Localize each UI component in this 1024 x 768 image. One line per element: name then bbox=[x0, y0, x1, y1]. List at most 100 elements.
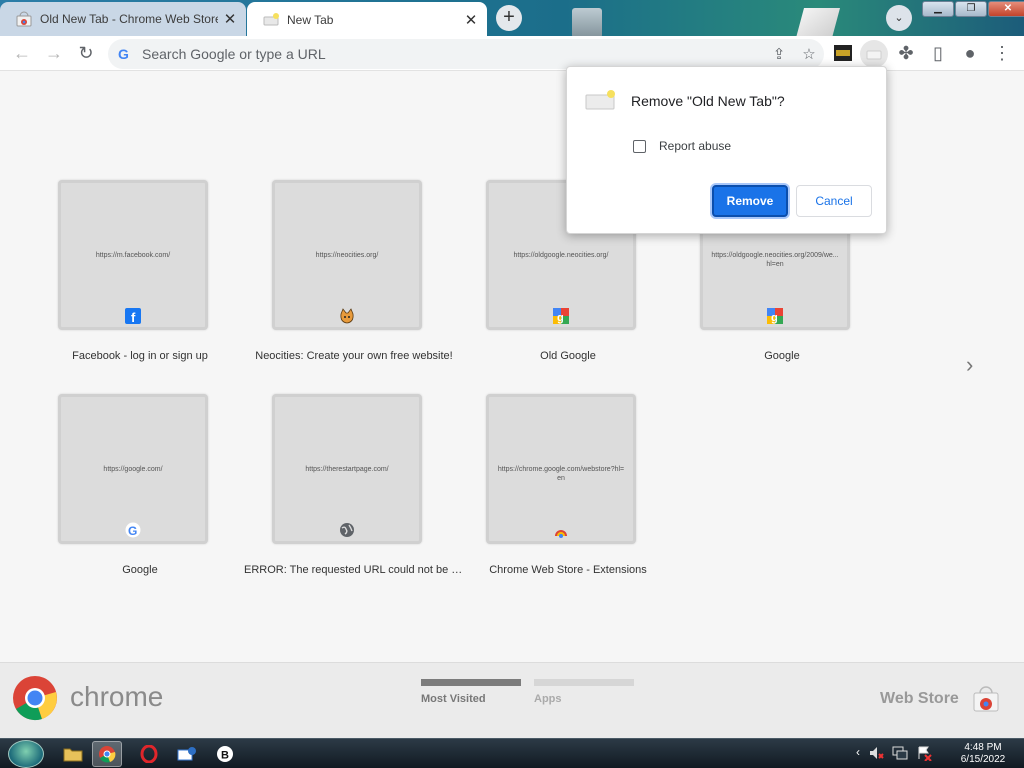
old-new-tab-extension-button[interactable] bbox=[860, 40, 888, 68]
svg-text:B: B bbox=[221, 750, 229, 762]
taskbar-clock[interactable]: 4:48 PM 6/15/2022 bbox=[948, 742, 1018, 766]
most-visited-tile[interactable]: https://chrome.google.com/webstore?hl=en… bbox=[428, 394, 647, 576]
old-google-icon: g bbox=[767, 308, 783, 324]
taskbar-app-b[interactable]: B bbox=[210, 741, 240, 767]
forward-button[interactable]: → bbox=[40, 39, 68, 67]
back-button[interactable]: ← bbox=[8, 39, 36, 67]
report-abuse-label[interactable]: Report abuse bbox=[659, 139, 731, 153]
chrome-brand-label: chrome bbox=[70, 681, 164, 712]
reload-button[interactable]: ↻ bbox=[72, 39, 100, 67]
old-new-tab-icon bbox=[585, 90, 615, 110]
tab-title: Old New Tab - Chrome Web Store bbox=[40, 12, 218, 26]
taskbar-mail[interactable] bbox=[172, 741, 202, 767]
old-new-tab-icon bbox=[866, 50, 882, 60]
clock-date: 6/15/2022 bbox=[960, 754, 1006, 765]
most-visited-tile[interactable]: https://m.facebook.com/ f Facebook - log… bbox=[0, 180, 214, 362]
web-store-link[interactable]: Web Store bbox=[880, 690, 959, 708]
desktop-document-icon bbox=[795, 8, 841, 38]
tab-close-button[interactable]: ✕ bbox=[218, 10, 242, 28]
clock-time: 4:48 PM bbox=[964, 742, 1002, 753]
chrome-logo-icon bbox=[13, 676, 57, 721]
cancel-button[interactable]: Cancel bbox=[796, 185, 872, 217]
extensions-puzzle-icon[interactable]: ✤ bbox=[892, 39, 920, 67]
minimize-button[interactable]: ▁ bbox=[922, 1, 954, 17]
omnibox-input[interactable] bbox=[142, 46, 764, 62]
tab-old-new-tab-webstore[interactable]: Old New Tab - Chrome Web Store ✕ bbox=[0, 2, 246, 36]
bookmark-star-icon[interactable]: ☆ bbox=[794, 45, 824, 63]
folder-icon bbox=[63, 748, 83, 762]
tile-url: https://google.com/ bbox=[103, 466, 163, 473]
extension-film-icon[interactable] bbox=[832, 43, 854, 63]
window-controls: ▁ ❐ ✕ bbox=[922, 1, 1024, 17]
tile-title: Chrome Web Store - Extensions bbox=[489, 564, 647, 576]
chrome-webstore-icon[interactable] bbox=[972, 685, 1000, 713]
ntp-bottom-bar: chrome Most Visited Apps Web Store bbox=[0, 662, 1024, 738]
chrome-icon bbox=[99, 746, 116, 763]
tray-chevron-icon[interactable]: ‹ bbox=[856, 745, 860, 761]
volume-muted-icon[interactable] bbox=[868, 745, 884, 761]
most-visited-section-label[interactable]: Most Visited bbox=[421, 693, 486, 705]
tile-thumbnail[interactable]: https://chrome.google.com/webstore?hl=en bbox=[486, 394, 636, 544]
svg-text:g: g bbox=[771, 312, 778, 324]
globe-icon bbox=[340, 523, 354, 537]
tab-close-button[interactable]: ✕ bbox=[459, 11, 483, 29]
remove-extension-dialog: Remove "Old New Tab"? Report abuse Remov… bbox=[566, 66, 887, 234]
tile-url: https://chrome.google.com/webstore?hl=en bbox=[497, 466, 625, 482]
chrome-webstore-icon bbox=[16, 11, 32, 27]
maximize-button[interactable]: ❐ bbox=[955, 1, 987, 17]
svg-text:g: g bbox=[557, 312, 564, 324]
tile-thumbnail[interactable]: https://therestartpage.com/ bbox=[272, 394, 422, 544]
next-page-arrow[interactable]: › bbox=[966, 352, 973, 378]
report-abuse-checkbox[interactable] bbox=[633, 140, 646, 153]
start-button[interactable] bbox=[8, 740, 44, 768]
tile-thumbnail[interactable]: https://neocities.org/ bbox=[272, 180, 422, 330]
mail-icon bbox=[177, 747, 196, 761]
taskbar-opera[interactable] bbox=[134, 741, 164, 767]
profile-avatar-icon[interactable]: ● bbox=[956, 39, 984, 67]
svg-text:G: G bbox=[128, 524, 137, 538]
chrome-menu-button[interactable]: ⋮ bbox=[988, 39, 1016, 67]
windows-taskbar: B ‹ 4:48 PM 6/15/2022 bbox=[0, 738, 1024, 768]
most-visited-tile[interactable]: https://google.com/ G Google bbox=[0, 394, 214, 576]
close-window-button[interactable]: ✕ bbox=[988, 1, 1024, 17]
tile-url: https://neocities.org/ bbox=[315, 252, 379, 259]
tile-thumbnail[interactable]: https://google.com/ G bbox=[58, 394, 208, 544]
remove-button[interactable]: Remove bbox=[712, 185, 788, 217]
tile-url: https://oldgoogle.neocities.org/ bbox=[513, 252, 609, 259]
tab-new-tab[interactable]: New Tab ✕ bbox=[247, 2, 487, 38]
tab-title: New Tab bbox=[287, 13, 334, 27]
new-tab-button[interactable]: + bbox=[496, 5, 522, 31]
taskbar-chrome[interactable] bbox=[92, 741, 122, 767]
google-g-icon: G bbox=[118, 46, 129, 62]
old-google-icon: g bbox=[553, 308, 569, 324]
most-visited-tile[interactable]: https://neocities.org/ Neocities: Create… bbox=[214, 180, 453, 362]
tile-url: https://m.facebook.com/ bbox=[95, 252, 171, 259]
neocities-cat-icon bbox=[340, 308, 354, 324]
dialog-title: Remove "Old New Tab"? bbox=[631, 93, 785, 109]
tile-thumbnail[interactable]: https://m.facebook.com/ f bbox=[58, 180, 208, 330]
apps-section-label[interactable]: Apps bbox=[534, 693, 562, 705]
google-g-icon: G bbox=[125, 522, 141, 538]
network-icon[interactable] bbox=[892, 745, 908, 761]
apps-section-indicator[interactable] bbox=[534, 679, 634, 686]
share-icon[interactable]: ⇪ bbox=[764, 45, 794, 63]
system-tray: ‹ bbox=[856, 745, 932, 761]
tile-url: https://oldgoogle.neocities.org/2009/we.… bbox=[711, 252, 839, 268]
most-visited-tile[interactable]: https://therestartpage.com/ ERROR: The r… bbox=[214, 394, 464, 576]
facebook-icon: f bbox=[125, 308, 141, 324]
action-center-alert-icon[interactable] bbox=[916, 745, 932, 761]
side-panel-icon[interactable]: ▯ bbox=[924, 39, 952, 67]
opera-icon bbox=[140, 745, 158, 763]
taskbar-file-explorer[interactable] bbox=[58, 741, 88, 767]
tab-search-button[interactable]: ⌄ bbox=[886, 5, 912, 31]
chrome-webstore-icon bbox=[555, 530, 567, 538]
tab-strip: Old New Tab - Chrome Web Store ✕ New Tab… bbox=[0, 0, 1024, 38]
tile-url: https://therestartpage.com/ bbox=[305, 466, 389, 473]
svg-text:f: f bbox=[131, 310, 136, 324]
old-new-tab-icon bbox=[263, 13, 279, 26]
desktop-server-icon bbox=[572, 8, 602, 38]
omnibox[interactable]: G ⇪ ☆ bbox=[108, 39, 824, 69]
b-app-icon: B bbox=[217, 746, 233, 762]
most-visited-section-indicator[interactable] bbox=[421, 679, 521, 686]
tile-title: Google bbox=[764, 350, 800, 362]
